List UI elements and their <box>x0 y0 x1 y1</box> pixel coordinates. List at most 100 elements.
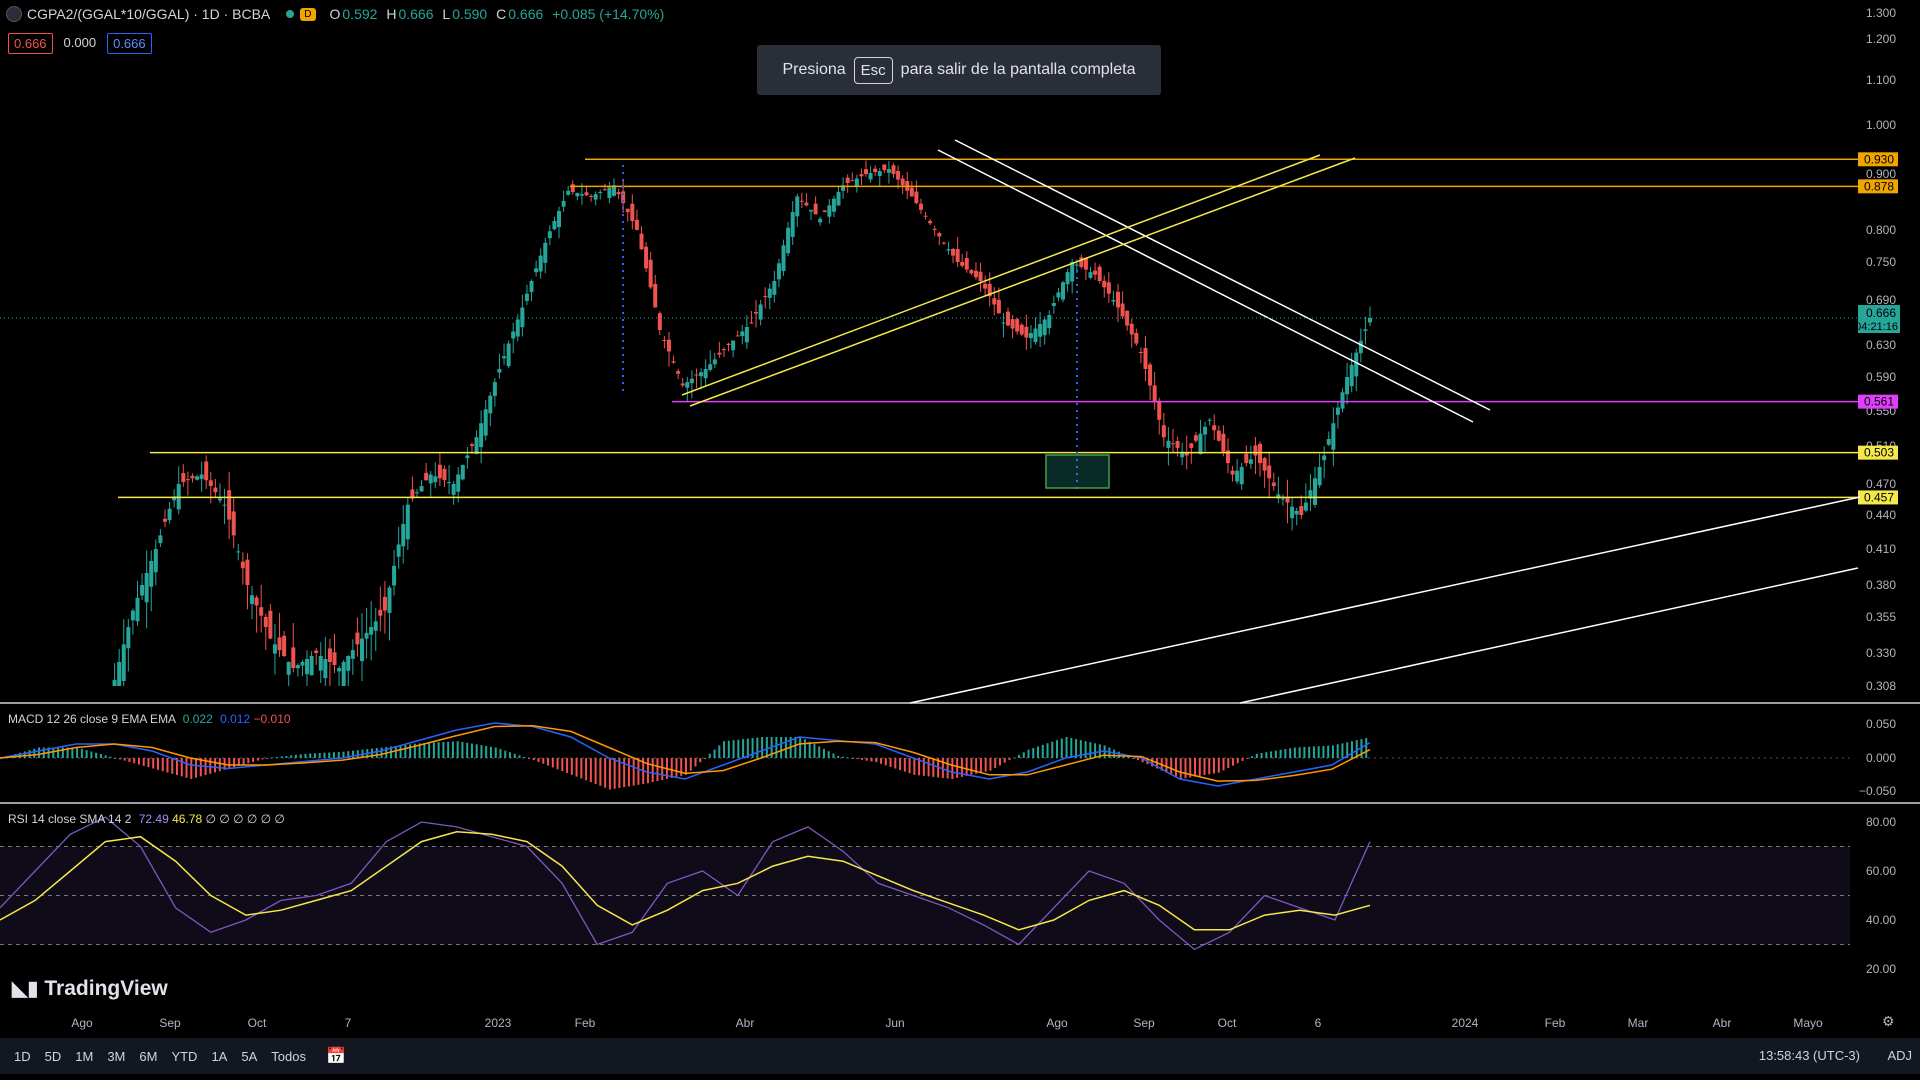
level-label: 0.878 <box>1864 179 1894 193</box>
macd-hist-bar <box>228 758 231 769</box>
macd-hist-bar <box>90 751 93 758</box>
macd-hist-bar <box>884 758 887 766</box>
candle-body <box>1138 352 1143 354</box>
tf-todos[interactable]: Todos <box>271 1049 306 1064</box>
candle-body <box>598 191 603 193</box>
candle-body <box>181 473 186 483</box>
gear-icon[interactable]: ⚙ <box>1882 1013 1895 1030</box>
tf-ytd[interactable]: YTD <box>171 1049 197 1064</box>
candle-body <box>483 409 488 436</box>
candle-body <box>236 551 241 553</box>
macd-hist-bar <box>699 758 702 763</box>
tradingview-logo: ◣▮ TradingView <box>12 976 168 1001</box>
macd-hist-bar <box>466 742 469 758</box>
rsi-legend[interactable]: RSI 14 close SMA 14 2 72.49 46.78 ∅ ∅ ∅ … <box>8 812 285 826</box>
candle-body <box>520 307 525 328</box>
macd-hist-bar <box>675 758 678 777</box>
macd-hist-bar <box>1232 758 1235 766</box>
candle-body <box>1056 292 1061 298</box>
macd-hist-bar <box>832 753 835 758</box>
sell-badge[interactable]: 0.666 <box>8 33 53 54</box>
candle-body <box>685 382 690 388</box>
candle-body <box>1028 333 1033 339</box>
tf-1m[interactable]: 1M <box>75 1049 93 1064</box>
candle-body <box>341 662 346 686</box>
macd-hist-bar <box>822 748 825 758</box>
macd-hist-bar <box>133 758 136 764</box>
price-axis-tick: 0.750 <box>1866 255 1896 269</box>
candle-body <box>506 343 511 367</box>
macd-hist-bar <box>894 758 897 769</box>
candle-body <box>1358 340 1363 354</box>
chart-canvas[interactable]: 1.3001.2001.1001.0000.9000.8000.7500.690… <box>0 0 1920 1080</box>
macd-hist-bar <box>932 758 935 777</box>
macd-hist-bar <box>742 739 745 758</box>
level-label: 0.930 <box>1864 152 1894 166</box>
candle-body <box>204 461 209 481</box>
candle-body <box>804 202 809 206</box>
candle-body <box>666 339 671 352</box>
candle-body <box>1001 322 1006 324</box>
macd-hist-bar <box>708 753 711 758</box>
candle-body <box>786 227 791 254</box>
macd-hist-bar <box>1317 746 1320 758</box>
macd-hist-bar <box>1336 744 1339 758</box>
candle-body <box>1299 506 1304 515</box>
candle-body <box>1083 258 1088 270</box>
price-axis-tick: 0.590 <box>1866 370 1896 384</box>
macd-hist-bar <box>922 758 925 776</box>
low-value: 0.590 <box>452 6 488 22</box>
macd-hist-bar <box>998 758 1001 766</box>
macd-hist-bar <box>1136 758 1139 761</box>
macd-hist-bar <box>656 758 659 782</box>
macd-legend[interactable]: MACD 12 26 close 9 EMA EMA 0.022 0.012 −… <box>8 712 291 726</box>
adj-button[interactable]: ADJ <box>1887 1048 1912 1063</box>
buy-badge[interactable]: 0.666 <box>107 33 152 54</box>
candle-body <box>543 242 548 263</box>
macd-hist-bar <box>1060 738 1063 758</box>
tf-6m[interactable]: 6M <box>139 1049 157 1064</box>
time-axis-tick: Mayo <box>1793 1016 1823 1030</box>
tf-5a[interactable]: 5A <box>241 1049 257 1064</box>
tf-5d[interactable]: 5D <box>45 1049 62 1064</box>
candle-body <box>538 255 543 272</box>
candle-body <box>1175 441 1180 448</box>
candle-body <box>158 535 163 544</box>
candle-body <box>946 249 951 251</box>
candle-body <box>557 210 562 228</box>
candle-body <box>524 293 529 301</box>
candle-body <box>689 378 694 384</box>
macd-hist-bar <box>723 741 726 758</box>
macd-hist-bar <box>608 758 611 790</box>
macd-hist-bar <box>604 758 607 788</box>
macd-hist-bar <box>803 739 806 758</box>
candle-body <box>708 364 713 370</box>
macd-hist-bar <box>794 737 797 758</box>
candle-body <box>951 249 956 256</box>
macd-hist-bar <box>537 758 540 762</box>
candle-body <box>566 190 571 195</box>
candle-body <box>1363 329 1368 332</box>
bottom-toolbar: 1D 5D 1M 3M 6M YTD 1A 5A Todos 📅 13:58:4… <box>0 1038 1920 1074</box>
clock[interactable]: 13:58:43 (UTC-3) <box>1759 1048 1860 1063</box>
candle-body <box>616 192 621 195</box>
tf-1a[interactable]: 1A <box>211 1049 227 1064</box>
candle-body <box>1061 282 1066 300</box>
tf-1d[interactable]: 1D <box>14 1049 31 1064</box>
candle-body <box>323 659 328 679</box>
level-label: 0.503 <box>1864 446 1894 460</box>
candle-body <box>259 607 264 616</box>
macd-hist-bar <box>1179 758 1182 779</box>
candle-body <box>268 610 273 639</box>
symbol-title[interactable]: CGPA2/(GGAL*10/GGAL) · 1D · BCBA <box>27 6 270 22</box>
candle-body <box>973 270 978 278</box>
level-label: 0.561 <box>1864 395 1894 409</box>
ohlc-values: O 0.592 H 0.666 L 0.590 C 0.666 +0.085 (+14.… <box>329 6 665 22</box>
tf-3m[interactable]: 3M <box>107 1049 125 1064</box>
macd-hist-bar <box>447 741 450 758</box>
calendar-icon[interactable]: 📅 <box>326 1046 346 1066</box>
macd-hist-bar <box>1213 758 1216 774</box>
macd-hist-bar <box>209 758 212 774</box>
candle-body <box>836 191 841 206</box>
candle-body <box>1198 433 1203 455</box>
